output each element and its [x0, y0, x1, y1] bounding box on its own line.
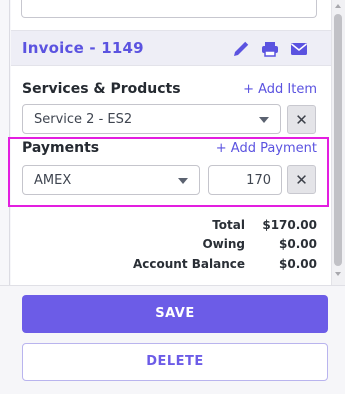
- delete-button[interactable]: DELETE: [22, 343, 328, 381]
- scroll-up-arrow-icon[interactable]: [335, 4, 341, 8]
- service-select-value: Service 2 - ES2: [34, 112, 133, 127]
- caret-down-icon: [259, 117, 269, 123]
- total-label: Total: [212, 218, 245, 232]
- services-label: Services & Products: [22, 81, 181, 97]
- service-select[interactable]: Service 2 - ES2: [22, 104, 281, 134]
- account-balance-label: Account Balance: [132, 257, 245, 271]
- scroll-down-arrow-icon[interactable]: [335, 272, 341, 276]
- save-button[interactable]: SAVE: [22, 295, 328, 333]
- owing-label: Owing: [202, 237, 245, 251]
- owing-value: $0.00: [279, 237, 317, 251]
- invoice-header: Invoice - 1149: [11, 30, 331, 66]
- totals-row-account-balance: Account Balance $0.00: [11, 257, 331, 273]
- previous-field[interactable]: [21, 0, 317, 18]
- pencil-icon[interactable]: [232, 40, 250, 58]
- scrollbar[interactable]: [331, 0, 345, 285]
- envelope-icon[interactable]: [290, 40, 308, 58]
- action-footer: SAVE DELETE: [0, 285, 345, 394]
- payments-highlight-box: [8, 137, 329, 207]
- scrollbar-thumb[interactable]: [334, 14, 342, 266]
- totals-row-total: Total $170.00: [11, 218, 331, 234]
- remove-service-button[interactable]: ✕: [287, 105, 316, 134]
- add-item-link[interactable]: + Add Item: [243, 82, 317, 97]
- printer-icon[interactable]: [261, 40, 279, 58]
- totals-row-owing: Owing $0.00: [11, 237, 331, 253]
- total-value: $170.00: [262, 218, 317, 232]
- close-icon: ✕: [295, 111, 308, 129]
- invoice-title: Invoice - 1149: [22, 39, 144, 57]
- invoice-panel: Invoice - 1149 Services & Products + Add…: [0, 0, 345, 394]
- account-balance-value: $0.00: [279, 257, 317, 271]
